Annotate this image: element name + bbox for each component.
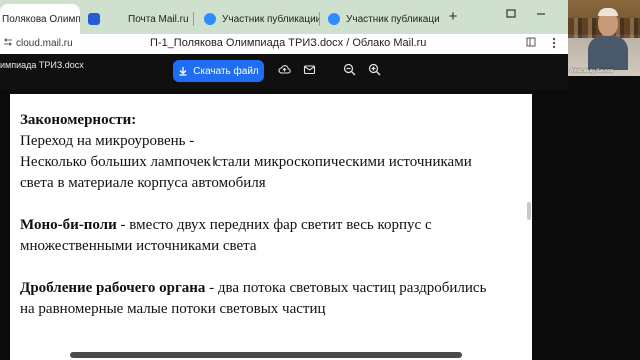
- doc-heading: Закономерности:: [20, 112, 137, 128]
- tab-zoom-2[interactable]: Участник публикации - Zo ×: [324, 6, 440, 32]
- minimize-icon[interactable]: [530, 5, 552, 27]
- person-body: [588, 36, 628, 70]
- doc-line: на равномерные малые потоки световых час…: [20, 301, 326, 317]
- tab-mail[interactable]: Почта Mail.ru ×: [84, 6, 194, 32]
- doc-term: Моно-би-поли: [20, 217, 117, 233]
- doc-line: множественными источниками света: [20, 238, 257, 254]
- download-icon: [179, 67, 187, 76]
- doc-text: - вместо двух передних фар светит весь к…: [116, 217, 432, 233]
- right-panel: [568, 76, 640, 360]
- tab-separator: [193, 12, 194, 26]
- more-menu-icon[interactable]: [552, 37, 556, 52]
- participant-name: Александр Кислов: [570, 68, 614, 74]
- bookmarks-icon[interactable]: [526, 37, 536, 50]
- tab-document[interactable]: Полякова Олимпиа ×: [0, 4, 80, 34]
- webcam-video: Александр Кислов: [568, 0, 640, 76]
- mail-favicon-icon: [88, 13, 100, 25]
- download-button[interactable]: Скачать файл: [173, 60, 264, 82]
- address-bar: cloud.mail.ru П-1_Полякова Олимпиада ТРИ…: [0, 34, 568, 54]
- doc-text: - два потока световых частиц раздробилис…: [205, 280, 487, 296]
- tab-zoom-1[interactable]: Участник публикации - Zo: [200, 6, 320, 32]
- site-info-icon[interactable]: [3, 37, 13, 50]
- doc-line: Несколько больших лампочек стали микроск…: [20, 154, 472, 170]
- tab-search-icon[interactable]: [500, 5, 522, 27]
- browser-tab-strip: Полякова Олимпиа × Почта Mail.ru × Участ…: [0, 0, 640, 34]
- upload-to-cloud-icon[interactable]: [276, 63, 292, 79]
- person-hair: [598, 8, 618, 16]
- mail-icon[interactable]: [301, 63, 317, 79]
- doc-line: Переход на микроуровень -: [20, 133, 195, 149]
- url-text[interactable]: cloud.mail.ru: [16, 38, 73, 49]
- tab-mail-title: Почта Mail.ru: [128, 13, 189, 25]
- tab-zoom-1-title: Участник публикации - Zo: [222, 13, 320, 25]
- tab-document-title: Полякова Олимпиа: [2, 13, 80, 25]
- zoom-favicon-icon: [328, 13, 340, 25]
- zoom-out-icon[interactable]: [341, 63, 357, 79]
- zoom-favicon-icon: [204, 13, 216, 25]
- vertical-scrollbar[interactable]: [527, 202, 531, 220]
- doc-term: Дробление рабочего органа: [20, 280, 206, 296]
- download-button-label: Скачать файл: [193, 65, 259, 77]
- tab-separator: [319, 12, 320, 26]
- doc-paragraph: Моно-би-поли - вместо двух передних фар …: [20, 215, 530, 236]
- text-cursor-icon: I: [212, 153, 216, 169]
- horizontal-scrollbar[interactable]: [70, 352, 462, 358]
- doc-line: света в материале корпуса автомобиля: [20, 175, 266, 191]
- page-title: П-1_Полякова Олимпиада ТРИЗ.docx / Облак…: [150, 37, 427, 49]
- document-name: импиада ТРИЗ.docx: [0, 60, 84, 70]
- document-content: Закономерности: Переход на микроуровень …: [20, 110, 530, 320]
- tab-zoom-2-title: Участник публикации - Zo: [346, 13, 440, 25]
- new-tab-button[interactable]: +: [444, 8, 462, 26]
- zoom-in-icon[interactable]: [366, 63, 382, 79]
- doc-paragraph: Дробление рабочего органа - два потока с…: [20, 278, 530, 299]
